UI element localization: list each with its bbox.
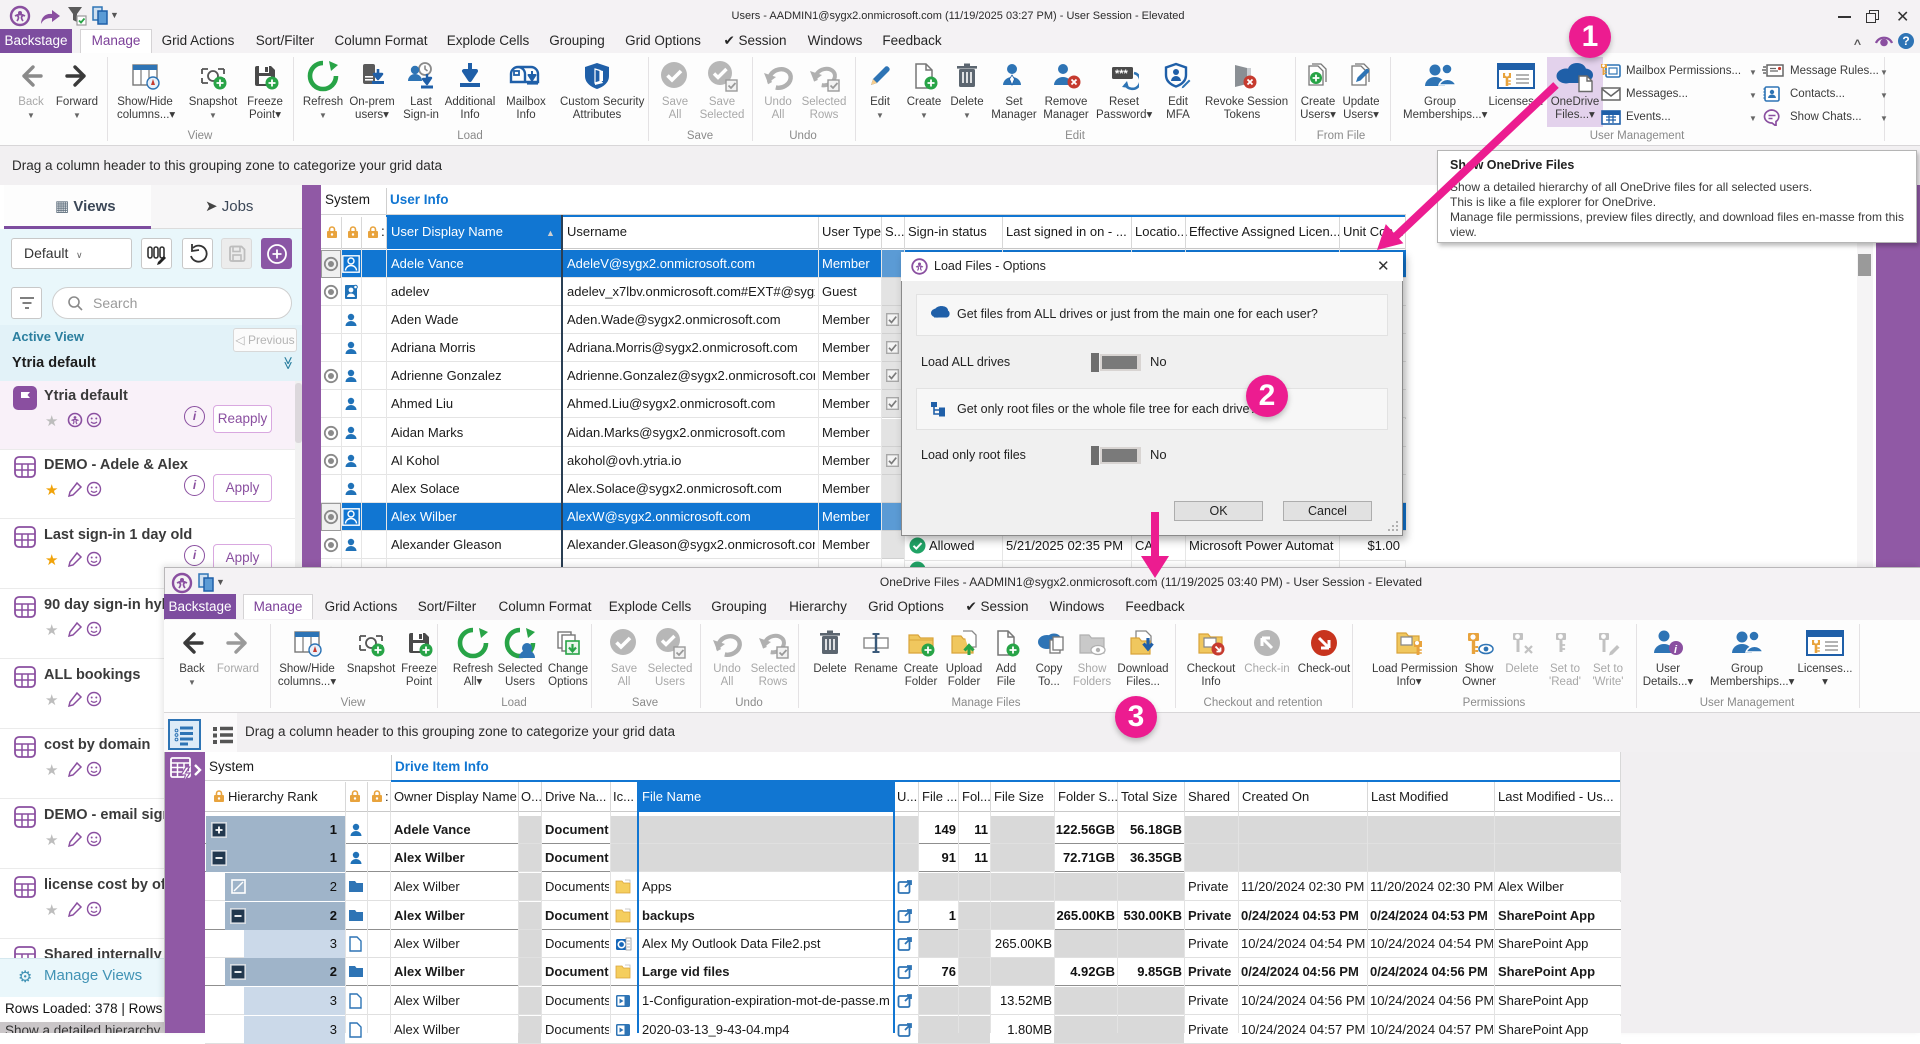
svg-text:***: *** (1115, 68, 1129, 80)
